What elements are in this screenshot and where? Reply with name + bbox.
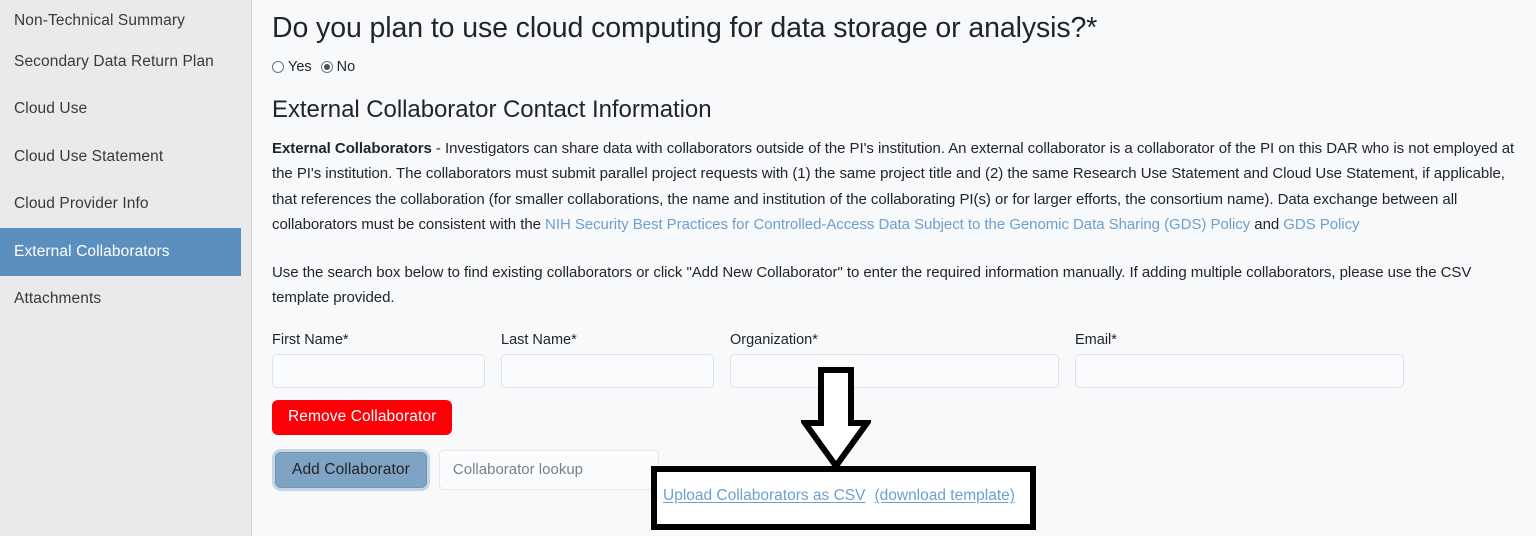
search-instructions: Use the search box below to find existin… [272,263,1472,307]
csv-links-group: Upload Collaborators as CSV (download te… [663,487,1015,505]
external-collaborators-description: External Collaborators - Investigators c… [272,124,1516,238]
download-template-link[interactable]: (download template) [874,487,1014,505]
sidebar-item-label: Non-Technical Summary [14,12,185,29]
add-collaborator-button[interactable]: Add Collaborator [275,451,427,488]
nih-security-best-practices-link[interactable]: NIH Security Best Practices for Controll… [545,216,1250,233]
sidebar-item-label: Cloud Use [14,100,88,118]
section-title: External Collaborator Contact Informatio… [272,95,712,123]
organization-label: Organization* [730,331,818,348]
sidebar-item-label: Cloud Provider Info [14,195,149,213]
collaborator-lookup-input[interactable] [438,449,659,490]
description-lead: External Collaborators [272,139,432,157]
first-name-input[interactable] [272,353,485,388]
sidebar-item-cloud-use[interactable]: Cloud Use [0,86,241,134]
email-input[interactable] [1075,353,1404,388]
email-field-group: Email* [1075,332,1404,388]
radio-option-yes-label: Yes [288,58,312,75]
bottom-white-strip [0,536,1536,542]
first-name-field-group: First Name* [272,332,485,388]
last-name-field-group: Last Name* [501,332,714,388]
sidebar-item-label: External Collaborators [14,242,170,260]
sidebar-item-label: Secondary Data Return Plan [14,52,214,70]
radio-option-no[interactable]: No [320,58,356,75]
sidebar-item-secondary-data-return-plan[interactable]: Secondary Data Return Plan [0,38,241,86]
sidebar-item-attachments[interactable]: Attachments [0,276,241,324]
main-content-panel: Do you plan to use cloud computing for d… [252,0,1536,536]
sidebar-item-cloud-provider-info[interactable]: Cloud Provider Info [0,181,241,229]
last-name-input[interactable] [501,353,714,388]
page-title: Do you plan to use cloud computing for d… [272,12,1098,44]
radio-option-no-label: No [336,58,356,75]
collaborator-form-row: First Name* Last Name* Organization* Ema… [272,332,1516,388]
remove-collaborator-button[interactable]: Remove Collaborator [272,399,453,435]
organization-field-group: Organization* [730,332,1059,388]
sidebar-item-label: Cloud Use Statement [14,147,164,165]
radio-option-yes[interactable]: Yes [272,59,312,75]
application-window: Non-Technical Summary Secondary Data Ret… [0,0,1536,542]
remove-collaborator-row: Remove Collaborator [272,399,1516,435]
first-name-label: First Name* [272,331,349,348]
add-collaborator-focus-ring: Add Collaborator [272,448,430,491]
cloud-computing-radio-group: Yes No [272,59,1516,75]
sidebar-item-label: Attachments [14,290,102,308]
radio-unchecked-icon[interactable] [272,60,284,73]
sidebar-item-non-technical-summary[interactable]: Non-Technical Summary [0,0,241,38]
sidebar-item-cloud-use-statement[interactable]: Cloud Use Statement [0,133,241,181]
radio-checked-icon[interactable] [320,60,333,73]
gds-policy-link[interactable]: GDS Policy [1283,216,1359,233]
sidebar-navigation: Non-Technical Summary Secondary Data Ret… [0,0,252,536]
sidebar-item-external-collaborators[interactable]: External Collaborators [0,228,241,276]
upload-collaborators-csv-link[interactable]: Upload Collaborators as CSV [663,487,865,505]
organization-input[interactable] [730,353,1059,388]
sidebar-item-list: Non-Technical Summary Secondary Data Ret… [0,0,251,323]
email-label: Email* [1075,331,1117,348]
description-connector: and [1250,216,1284,234]
last-name-label: Last Name* [501,331,577,348]
